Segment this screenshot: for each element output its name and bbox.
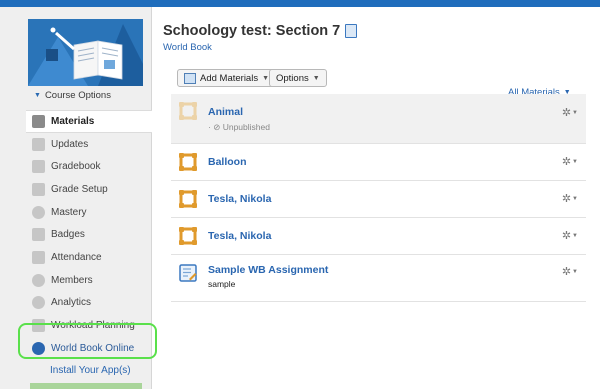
add-materials-button[interactable]: Add Materials ▼ [177,69,277,87]
add-materials-label: Add Materials [200,72,259,84]
material-title[interactable]: Sample WB Assignment [208,264,328,276]
analytics-icon [32,296,45,310]
list-item[interactable]: Balloon ✲ ▼ [171,144,586,181]
sidebar-item-badges[interactable]: Badges [26,223,152,246]
materials-icon [32,114,45,128]
sidebar-item-materials[interactable]: Materials [26,110,152,133]
sidebar-item-label: World Book Online [51,342,135,354]
sidebar-item-mastery[interactable]: Mastery [26,201,152,224]
badge-icon [32,228,45,242]
sidebar-item-label: Updates [51,138,89,150]
install-apps-label: Install Your App(s) [50,365,131,377]
sidebar-item-gradebook[interactable]: Gradebook [26,155,152,178]
materials-list: Animal · ⊘ Unpublished ✲ ▼ Balloon ✲ ▼ T… [171,94,586,302]
page-title-text: Schoology test: Section 7 [163,23,341,39]
gear-icon[interactable]: ✲ ▼ [562,229,578,242]
grade-setup-icon [32,182,45,196]
folder-icon [179,227,197,245]
members-icon [32,273,45,287]
sidebar-item-workload-planning[interactable]: Workload Planning [26,314,152,337]
folder-icon [179,153,197,171]
attendance-icon [32,250,45,264]
sidebar-item-label: Analytics [51,297,92,309]
options-button[interactable]: Options ▼ [269,69,327,87]
material-title[interactable]: Tesla, Nikola [208,193,271,205]
material-title[interactable]: Tesla, Nikola [208,230,271,242]
folder-icon [179,102,197,120]
world-book-icon [32,341,45,355]
sidebar: ▼ Course Options Materials Updates Grade… [0,7,152,389]
sidebar-item-updates[interactable]: Updates [26,133,152,156]
assignment-icon [179,264,197,282]
gear-icon[interactable]: ✲ ▼ [562,155,578,168]
sidebar-item-analytics[interactable]: Analytics [26,292,152,315]
sidebar-item-label: Badges [51,229,85,241]
workload-icon [32,319,45,333]
sidebar-item-label: Attendance [51,251,102,263]
material-status: · ⊘ Unpublished [208,122,270,133]
material-subtitle: sample [208,279,236,289]
sidebar-bottom-bar [30,383,142,389]
gear-icon[interactable]: ✲ ▼ [562,265,578,278]
folder-icon [179,190,197,208]
install-apps-link[interactable]: Install Your App(s) [26,360,152,383]
mastery-icon [32,205,45,219]
main-content: Schoology test: Section 7 World Book Add… [152,7,600,389]
course-nav: Materials Updates Gradebook Grade Setup … [26,110,152,382]
gradebook-icon [32,160,45,174]
gear-icon[interactable]: ✲ ▼ [562,192,578,205]
top-bar [0,0,600,7]
course-options-menu[interactable]: ▼ Course Options [34,90,111,101]
sidebar-item-label: Members [51,274,93,286]
chevron-down-icon: ▼ [312,74,320,82]
course-options-label: Course Options [44,90,111,101]
page-title: Schoology test: Section 7 [163,23,358,39]
options-label: Options [276,72,309,84]
sidebar-item-members[interactable]: Members [26,269,152,292]
chevron-down-icon: ▼ [262,74,270,82]
material-status-text: Unpublished [222,122,270,132]
updates-icon [32,137,45,151]
sidebar-item-label: Mastery [51,206,87,218]
sidebar-item-label: Grade Setup [51,183,108,195]
list-item[interactable]: Animal · ⊘ Unpublished ✲ ▼ [171,94,586,144]
section-link[interactable]: World Book [163,42,212,53]
sidebar-item-grade-setup[interactable]: Grade Setup [26,178,152,201]
course-image [28,19,143,86]
unpublished-icon: · ⊘ [208,122,221,132]
chevron-down-icon: ▼ [34,92,41,99]
sidebar-item-label: Gradebook [51,161,101,173]
gear-icon[interactable]: ✲ ▼ [562,106,578,119]
material-title[interactable]: Animal [208,106,243,118]
sidebar-item-label: Workload Planning [51,320,135,332]
sidebar-item-world-book-online[interactable]: World Book Online [26,337,152,360]
list-item[interactable]: Tesla, Nikola ✲ ▼ [171,181,586,218]
book-icon [345,24,358,38]
list-item[interactable]: Tesla, Nikola ✲ ▼ [171,218,586,255]
material-title[interactable]: Balloon [208,156,247,168]
sidebar-item-label: Materials [51,115,95,127]
sidebar-item-attendance[interactable]: Attendance [26,246,152,269]
add-materials-icon [184,72,196,84]
list-item[interactable]: Sample WB Assignment sample ✲ ▼ [171,255,586,302]
